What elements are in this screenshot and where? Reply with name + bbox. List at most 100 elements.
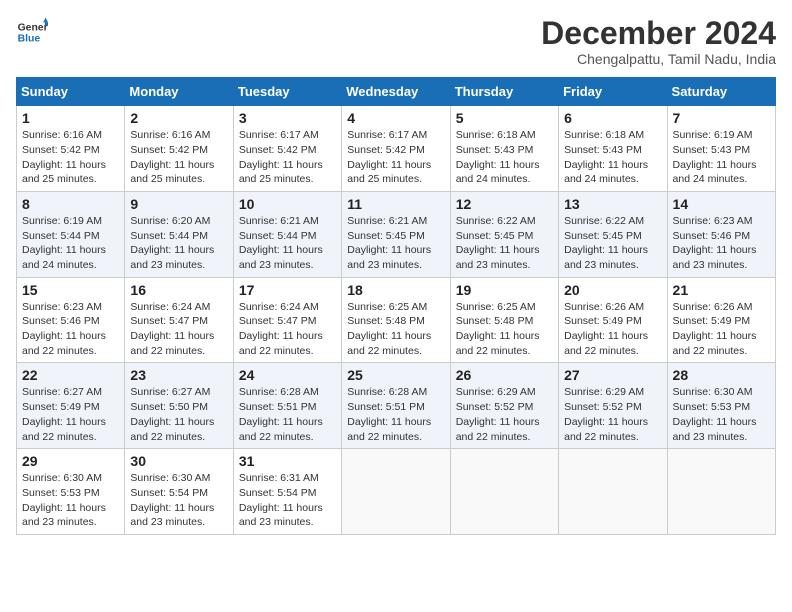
day-info: Sunrise: 6:27 AM Sunset: 5:50 PM Dayligh… — [130, 385, 227, 444]
day-info: Sunrise: 6:19 AM Sunset: 5:44 PM Dayligh… — [22, 214, 119, 273]
day-number: 10 — [239, 196, 336, 212]
day-cell — [450, 449, 558, 535]
day-cell: 17Sunrise: 6:24 AM Sunset: 5:47 PM Dayli… — [233, 277, 341, 363]
day-number: 16 — [130, 282, 227, 298]
day-info: Sunrise: 6:26 AM Sunset: 5:49 PM Dayligh… — [673, 300, 770, 359]
day-number: 21 — [673, 282, 770, 298]
logo: General Blue — [16, 16, 48, 48]
page-header: General Blue December 2024 Chengalpattu,… — [16, 16, 776, 67]
main-title: December 2024 — [541, 16, 776, 51]
day-info: Sunrise: 6:25 AM Sunset: 5:48 PM Dayligh… — [456, 300, 553, 359]
day-number: 9 — [130, 196, 227, 212]
day-number: 4 — [347, 110, 444, 126]
day-info: Sunrise: 6:28 AM Sunset: 5:51 PM Dayligh… — [347, 385, 444, 444]
day-cell: 31 Sunrise: 6:31 AM Sunset: 5:54 PM Dayli… — [233, 449, 341, 535]
day-cell: 5 Sunrise: 6:18 AM Sunset: 5:43 PM Daylig… — [450, 106, 558, 192]
title-block: December 2024 Chengalpattu, Tamil Nadu, … — [541, 16, 776, 67]
day-number: 7 — [673, 110, 770, 126]
day-cell: 29 Sunrise: 6:30 AM Sunset: 5:53 PM Dayli… — [17, 449, 125, 535]
col-header-friday: Friday — [559, 78, 667, 106]
day-number: 23 — [130, 367, 227, 383]
calendar-table: SundayMondayTuesdayWednesdayThursdayFrid… — [16, 77, 776, 535]
week-row-5: 29 Sunrise: 6:30 AM Sunset: 5:53 PM Dayli… — [17, 449, 776, 535]
day-info: Sunrise: 6:20 AM Sunset: 5:44 PM Dayligh… — [130, 214, 227, 273]
day-cell: 6Sunrise: 6:18 AM Sunset: 5:43 PM Daylig… — [559, 106, 667, 192]
day-cell: 10Sunrise: 6:21 AM Sunset: 5:44 PM Dayli… — [233, 191, 341, 277]
day-info: Sunrise: 6:18 AM Sunset: 5:43 PM Dayligh… — [456, 128, 553, 187]
day-info: Sunrise: 6:23 AM Sunset: 5:46 PM Dayligh… — [22, 300, 119, 359]
col-header-monday: Monday — [125, 78, 233, 106]
day-number: 5 — [456, 110, 553, 126]
day-number: 8 — [22, 196, 119, 212]
day-number: 17 — [239, 282, 336, 298]
day-cell: 22 Sunrise: 6:27 AM Sunset: 5:49 PM Dayli… — [17, 363, 125, 449]
day-cell: 16Sunrise: 6:24 AM Sunset: 5:47 PM Dayli… — [125, 277, 233, 363]
day-info: Sunrise: 6:25 AM Sunset: 5:48 PM Dayligh… — [347, 300, 444, 359]
day-cell — [342, 449, 450, 535]
day-info: Sunrise: 6:30 AM Sunset: 5:53 PM Dayligh… — [673, 385, 770, 444]
day-number: 19 — [456, 282, 553, 298]
day-number: 11 — [347, 196, 444, 212]
day-cell: 13Sunrise: 6:22 AM Sunset: 5:45 PM Dayli… — [559, 191, 667, 277]
day-cell: 9 Sunrise: 6:20 AM Sunset: 5:44 PM Daylig… — [125, 191, 233, 277]
header-row: SundayMondayTuesdayWednesdayThursdayFrid… — [17, 78, 776, 106]
day-number: 30 — [130, 453, 227, 469]
day-info: Sunrise: 6:26 AM Sunset: 5:49 PM Dayligh… — [564, 300, 661, 359]
day-info: Sunrise: 6:22 AM Sunset: 5:45 PM Dayligh… — [564, 214, 661, 273]
day-cell: 2 Sunrise: 6:16 AM Sunset: 5:42 PM Daylig… — [125, 106, 233, 192]
day-number: 28 — [673, 367, 770, 383]
subtitle: Chengalpattu, Tamil Nadu, India — [541, 51, 776, 67]
svg-text:General: General — [18, 22, 48, 33]
day-info: Sunrise: 6:17 AM Sunset: 5:42 PM Dayligh… — [347, 128, 444, 187]
day-cell: 11Sunrise: 6:21 AM Sunset: 5:45 PM Dayli… — [342, 191, 450, 277]
day-info: Sunrise: 6:23 AM Sunset: 5:46 PM Dayligh… — [673, 214, 770, 273]
day-info: Sunrise: 6:17 AM Sunset: 5:42 PM Dayligh… — [239, 128, 336, 187]
day-number: 6 — [564, 110, 661, 126]
col-header-thursday: Thursday — [450, 78, 558, 106]
day-info: Sunrise: 6:28 AM Sunset: 5:51 PM Dayligh… — [239, 385, 336, 444]
week-row-1: 1 Sunrise: 6:16 AM Sunset: 5:42 PM Daylig… — [17, 106, 776, 192]
day-cell: 19 Sunrise: 6:25 AM Sunset: 5:48 PM Dayli… — [450, 277, 558, 363]
day-cell: 28 Sunrise: 6:30 AM Sunset: 5:53 PM Dayli… — [667, 363, 775, 449]
day-number: 22 — [22, 367, 119, 383]
col-header-saturday: Saturday — [667, 78, 775, 106]
day-number: 31 — [239, 453, 336, 469]
day-cell: 1 Sunrise: 6:16 AM Sunset: 5:42 PM Daylig… — [17, 106, 125, 192]
day-number: 1 — [22, 110, 119, 126]
day-info: Sunrise: 6:29 AM Sunset: 5:52 PM Dayligh… — [564, 385, 661, 444]
day-cell: 26Sunrise: 6:29 AM Sunset: 5:52 PM Dayli… — [450, 363, 558, 449]
day-cell: 23 Sunrise: 6:27 AM Sunset: 5:50 PM Dayli… — [125, 363, 233, 449]
day-cell: 30 Sunrise: 6:30 AM Sunset: 5:54 PM Dayli… — [125, 449, 233, 535]
day-cell: 27Sunrise: 6:29 AM Sunset: 5:52 PM Dayli… — [559, 363, 667, 449]
day-number: 29 — [22, 453, 119, 469]
col-header-tuesday: Tuesday — [233, 78, 341, 106]
day-info: Sunrise: 6:16 AM Sunset: 5:42 PM Dayligh… — [22, 128, 119, 187]
day-info: Sunrise: 6:16 AM Sunset: 5:42 PM Dayligh… — [130, 128, 227, 187]
day-number: 20 — [564, 282, 661, 298]
day-cell: 12Sunrise: 6:22 AM Sunset: 5:45 PM Dayli… — [450, 191, 558, 277]
day-number: 2 — [130, 110, 227, 126]
day-number: 3 — [239, 110, 336, 126]
col-header-sunday: Sunday — [17, 78, 125, 106]
day-info: Sunrise: 6:31 AM Sunset: 5:54 PM Dayligh… — [239, 471, 336, 530]
week-row-3: 15 Sunrise: 6:23 AM Sunset: 5:46 PM Dayli… — [17, 277, 776, 363]
week-row-2: 8 Sunrise: 6:19 AM Sunset: 5:44 PM Daylig… — [17, 191, 776, 277]
day-cell: 4 Sunrise: 6:17 AM Sunset: 5:42 PM Daylig… — [342, 106, 450, 192]
day-info: Sunrise: 6:22 AM Sunset: 5:45 PM Dayligh… — [456, 214, 553, 273]
day-info: Sunrise: 6:29 AM Sunset: 5:52 PM Dayligh… — [456, 385, 553, 444]
week-row-4: 22 Sunrise: 6:27 AM Sunset: 5:49 PM Dayli… — [17, 363, 776, 449]
day-cell: 20 Sunrise: 6:26 AM Sunset: 5:49 PM Dayli… — [559, 277, 667, 363]
day-cell — [559, 449, 667, 535]
day-number: 24 — [239, 367, 336, 383]
svg-text:Blue: Blue — [18, 34, 41, 45]
day-cell: 7Sunrise: 6:19 AM Sunset: 5:43 PM Daylig… — [667, 106, 775, 192]
day-cell: 8 Sunrise: 6:19 AM Sunset: 5:44 PM Daylig… — [17, 191, 125, 277]
day-cell: 15 Sunrise: 6:23 AM Sunset: 5:46 PM Dayli… — [17, 277, 125, 363]
day-info: Sunrise: 6:30 AM Sunset: 5:54 PM Dayligh… — [130, 471, 227, 530]
logo-icon: General Blue — [16, 16, 48, 48]
day-number: 25 — [347, 367, 444, 383]
day-info: Sunrise: 6:27 AM Sunset: 5:49 PM Dayligh… — [22, 385, 119, 444]
day-cell: 24 Sunrise: 6:28 AM Sunset: 5:51 PM Dayli… — [233, 363, 341, 449]
day-info: Sunrise: 6:30 AM Sunset: 5:53 PM Dayligh… — [22, 471, 119, 530]
day-number: 15 — [22, 282, 119, 298]
